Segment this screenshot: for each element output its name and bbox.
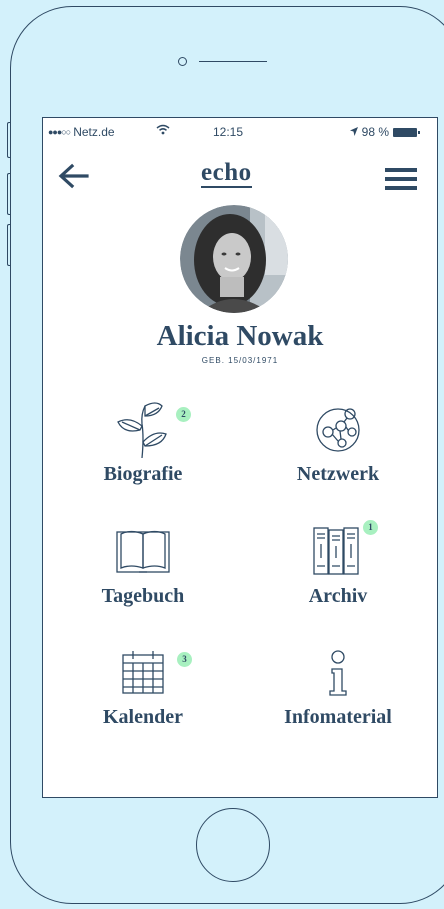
tile-netzwerk[interactable]: Netzwerk [258, 402, 418, 512]
books-icon [308, 524, 368, 583]
status-right-group: 98 % [349, 125, 420, 139]
tile-label: Kalender [103, 706, 183, 728]
badge-count: 1 [363, 520, 378, 535]
network-icon [312, 402, 364, 459]
status-time: 12:15 [213, 125, 244, 139]
nav-bar: echo [43, 158, 437, 198]
app-screen: ●●●○○ Netz.de 12:15 98 % echo Alicia Now… [42, 117, 438, 798]
badge-count: 3 [177, 652, 192, 667]
tile-biografie[interactable]: 2 Biografie [63, 402, 223, 512]
page: ●●●○○ Netz.de 12:15 98 % echo Alicia Now… [0, 0, 444, 909]
tile-infomaterial[interactable]: Infomaterial [258, 645, 418, 755]
profile-birthdate: GEB. 15/03/1971 [201, 356, 279, 365]
earpiece-speaker [199, 61, 267, 62]
arrow-left-icon[interactable] [57, 163, 89, 194]
tile-tagebuch[interactable]: Tagebuch [63, 524, 223, 634]
info-icon [316, 645, 360, 704]
avatar[interactable] [180, 205, 288, 313]
book-icon [111, 524, 175, 583]
tile-archiv[interactable]: 1 Archiv [258, 520, 418, 634]
battery-percent: 98 % [361, 125, 389, 139]
tile-label: Archiv [308, 585, 368, 607]
tile-label: Infomaterial [284, 706, 392, 728]
tile-label: Biografie [103, 463, 183, 485]
battery-icon [393, 127, 420, 137]
wifi-icon [156, 124, 170, 138]
profile-name: Alicia Nowak [156, 320, 324, 352]
tile-label: Netzwerk [296, 463, 380, 485]
carrier-label: Netz.de [73, 125, 115, 139]
tile-label: Tagebuch [101, 585, 185, 607]
tile-kalender[interactable]: 3 Kalender [63, 645, 223, 755]
carrier-group: ●●●○○ Netz.de [48, 125, 115, 139]
front-camera [178, 57, 187, 66]
hamburger-menu-icon[interactable] [385, 166, 417, 197]
home-button[interactable] [196, 808, 270, 882]
calendar-icon [116, 645, 170, 704]
status-bar: ●●●○○ Netz.de 12:15 98 % [43, 118, 437, 144]
badge-count: 2 [176, 407, 191, 422]
app-logo[interactable]: echo [201, 160, 252, 188]
location-icon [349, 125, 358, 139]
leaves-icon [112, 402, 174, 465]
signal-strength-icon: ●●●○○ [48, 127, 71, 137]
